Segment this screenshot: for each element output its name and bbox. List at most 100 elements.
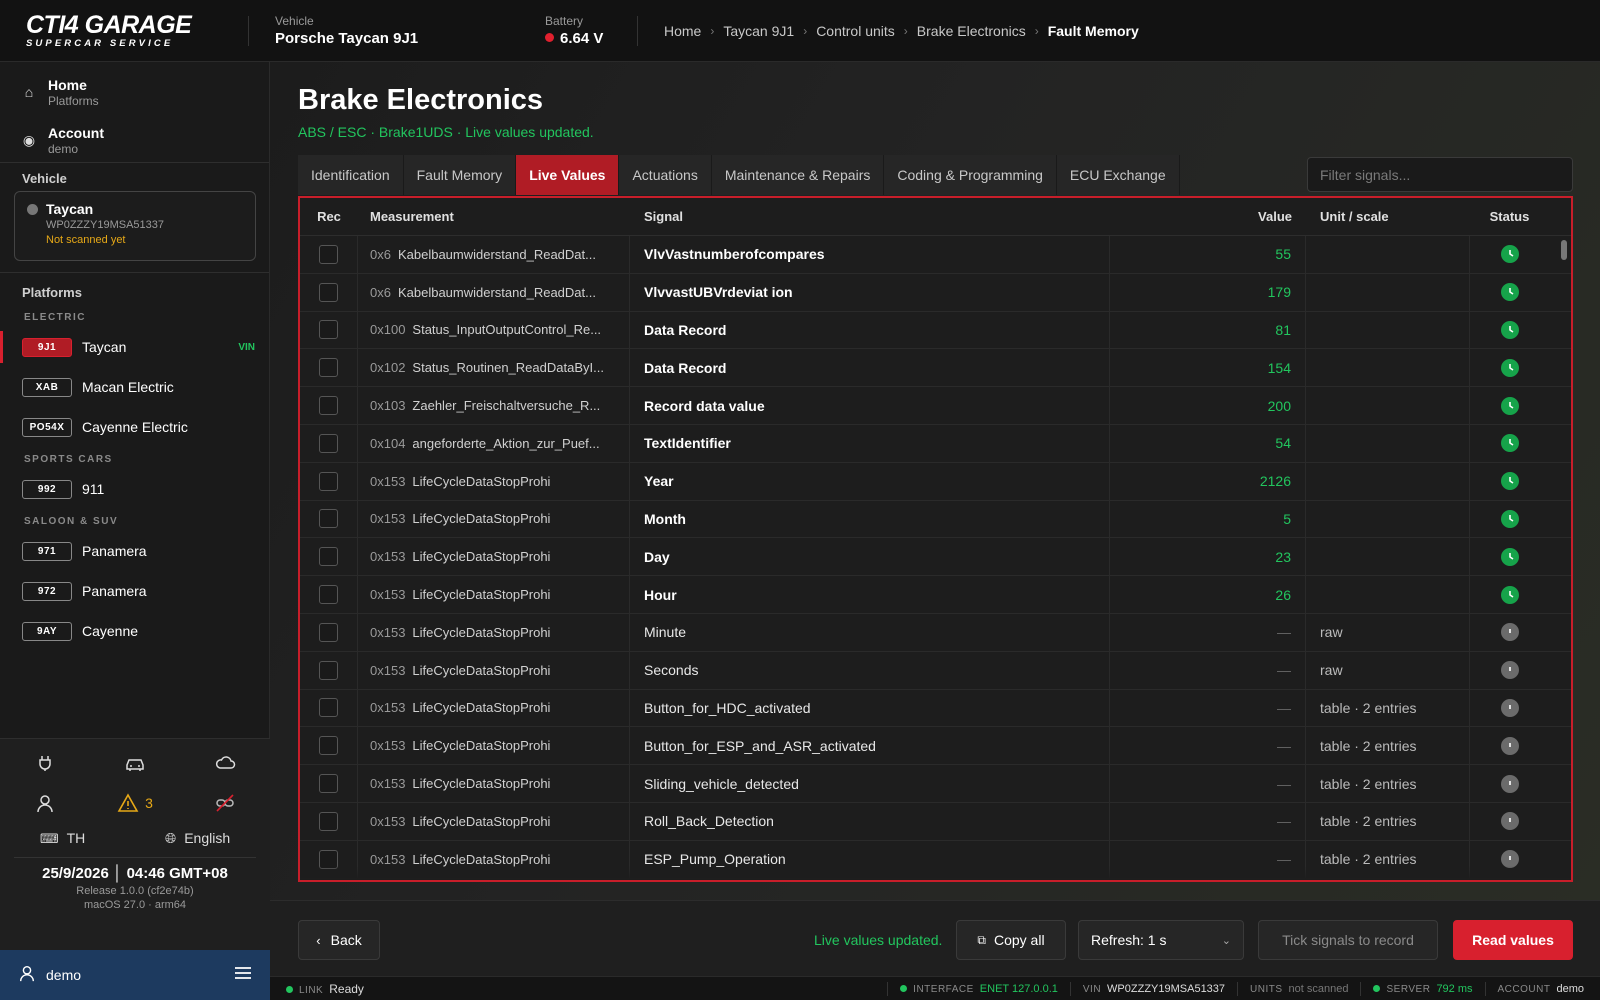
plug-icon[interactable] [0, 743, 90, 783]
rec-cell [300, 236, 358, 273]
keyboard-layout-button[interactable]: ⌨ TH [40, 830, 85, 847]
table-row[interactable]: 0x153 LifeCycleDataStopProhi Seconds — raw [300, 651, 1571, 690]
table-row[interactable]: 0x153 LifeCycleDataStopProhi Year 2126 [300, 462, 1571, 501]
rec-cell [300, 538, 358, 576]
breadcrumb-platform[interactable]: Taycan 9J1 [723, 23, 794, 39]
record-checkbox[interactable] [319, 698, 338, 718]
read-values-button[interactable]: Read values [1453, 920, 1573, 960]
measurement-address: 0x153 [370, 851, 406, 867]
table-row[interactable]: 0x153 LifeCycleDataStopProhi Button_for_HD… [300, 689, 1571, 728]
table-row[interactable]: 0x153 LifeCycleDataStopProhi Day 23 [300, 538, 1571, 577]
tab-fault-memory[interactable]: Fault Memory [403, 155, 517, 195]
tab-identification[interactable]: Identification [298, 155, 404, 195]
status-idle-icon [1500, 623, 1519, 642]
record-checkbox[interactable] [319, 320, 338, 340]
nav-home[interactable]: ⌂ Home Platforms [0, 68, 269, 116]
table-row[interactable]: 0x153 LifeCycleDataStopProhi Minute — raw [300, 613, 1571, 652]
column-header-value[interactable]: Value [1110, 209, 1306, 224]
signal-cell: TextIdentifier [630, 424, 1110, 462]
copy-all-button[interactable]: ⧉ Copy all [956, 920, 1066, 960]
nav-account[interactable]: ◉ Account demo [0, 116, 269, 164]
signal-value: 154 [1267, 359, 1291, 376]
signal-name: Year [644, 473, 674, 490]
tab-coding-programming[interactable]: Coding & Programming [884, 155, 1057, 195]
user-icon[interactable] [0, 783, 90, 823]
tab-live-values[interactable]: Live Values [516, 155, 620, 195]
column-header-measurement[interactable]: Measurement [358, 209, 630, 224]
value-cell: 26 [1110, 576, 1306, 613]
column-header-signal[interactable]: Signal [630, 209, 1110, 224]
breadcrumb-control-units[interactable]: Control units [816, 23, 895, 39]
record-checkbox[interactable] [319, 736, 338, 756]
language-button[interactable]: 🌐︎ English [165, 830, 230, 847]
table-scrollbar[interactable] [1561, 240, 1567, 260]
user-bar[interactable]: demo [0, 950, 270, 1000]
keyboard-icon: ⌨ [39, 830, 59, 846]
warnings-button[interactable]: 3 [90, 783, 180, 823]
tick-signals-button[interactable]: Tick signals to record [1258, 920, 1438, 960]
breadcrumb-ecu[interactable]: Brake Electronics [917, 23, 1026, 39]
record-checkbox[interactable] [319, 622, 338, 642]
record-checkbox[interactable] [319, 358, 338, 378]
platform-item-911[interactable]: 992 911 [0, 469, 269, 509]
column-header-unit[interactable]: Unit / scale [1306, 209, 1470, 224]
measurement-name: LifeCycleDataStopProhi [412, 624, 551, 640]
rec-cell [300, 311, 358, 349]
refresh-interval-select[interactable]: Refresh: 1 s ⌄ [1078, 920, 1244, 960]
vehicle-card[interactable]: Taycan WP0ZZZY19MSA51337 Not scanned yet [14, 191, 256, 261]
measurement-address: 0x153 [370, 549, 406, 565]
signal-value: — [1277, 737, 1291, 754]
record-checkbox[interactable] [319, 433, 338, 453]
record-checkbox[interactable] [319, 509, 338, 529]
back-button[interactable]: ‹ Back [298, 920, 380, 960]
measurement-address: 0x153 [370, 738, 406, 754]
table-row[interactable]: 0x153 LifeCycleDataStopProhi Button_for_ES… [300, 727, 1571, 766]
table-row[interactable]: 0x153 LifeCycleDataStopProhi Month 5 [300, 500, 1571, 539]
table-row[interactable]: 0x6 Kabelbaumwiderstand_ReadDat... VlvVast… [300, 236, 1571, 274]
filter-signals-input[interactable] [1307, 157, 1573, 192]
signal-value: 55 [1275, 246, 1291, 263]
footer-interface: INTERFACE ENET 127.0.0.1 [900, 983, 1058, 995]
record-checkbox[interactable] [319, 811, 338, 831]
table-row[interactable]: 0x100 Status_InputOutputControl_Re... Data… [300, 311, 1571, 350]
platform-item-panamera-972[interactable]: 972 Panamera [0, 571, 269, 611]
column-header-rec[interactable]: Rec [300, 209, 358, 224]
record-checkbox[interactable] [319, 396, 338, 416]
table-row[interactable]: 0x153 LifeCycleDataStopProhi Roll_Back_Det… [300, 802, 1571, 841]
car-icon[interactable] [90, 743, 180, 783]
record-checkbox[interactable] [319, 282, 338, 302]
table-row[interactable]: 0x153 LifeCycleDataStopProhi Hour 26 [300, 576, 1571, 614]
measurement-name: LifeCycleDataStopProhi [412, 549, 551, 565]
record-checkbox[interactable] [319, 244, 338, 264]
table-row[interactable]: 0x102 Status_Routinen_ReadDataByI... Data … [300, 349, 1571, 388]
measurement-address: 0x153 [370, 624, 406, 640]
record-checkbox[interactable] [319, 585, 338, 605]
platform-item-panamera-971[interactable]: 971 Panamera [0, 531, 269, 571]
rec-cell [300, 727, 358, 765]
column-header-status[interactable]: Status [1470, 209, 1549, 224]
tab-ecu-exchange[interactable]: ECU Exchange [1056, 155, 1180, 195]
tab-maintenance-repairs[interactable]: Maintenance & Repairs [711, 155, 885, 195]
table-row[interactable]: 0x6 Kabelbaumwiderstand_ReadDat... Vlvvast… [300, 273, 1571, 312]
menu-icon[interactable] [234, 966, 252, 985]
platform-item-taycan[interactable]: 9J1 Taycan VIN [0, 327, 269, 367]
tab-actuations[interactable]: Actuations [619, 155, 712, 195]
measurement-name: LifeCycleDataStopProhi [412, 776, 551, 792]
record-checkbox[interactable] [319, 547, 338, 567]
record-checkbox[interactable] [319, 774, 338, 794]
cloud-icon[interactable] [180, 743, 270, 783]
table-row[interactable]: 0x153 LifeCycleDataStopProhi Sliding_vehic… [300, 765, 1571, 803]
breadcrumb-home[interactable]: Home [664, 23, 701, 39]
platform-item-cayenne[interactable]: 9AY Cayenne [0, 611, 269, 651]
divider [248, 15, 249, 46]
record-checkbox[interactable] [319, 471, 338, 491]
record-checkbox[interactable] [319, 660, 338, 680]
platform-item-cayenne-electric[interactable]: PO54X Cayenne Electric [0, 407, 269, 447]
table-row[interactable]: 0x104 angeforderte_Aktion_zur_Puef... Text… [300, 424, 1571, 463]
app-logo[interactable]: CTI4 GARAGE SUPERCAR SERVICE [0, 12, 248, 49]
link-off-icon[interactable] [180, 783, 270, 823]
unit-cell: raw [1306, 651, 1470, 689]
table-row[interactable]: 0x103 Zaehler_Freischaltversuche_R... Reco… [300, 387, 1571, 425]
platform-item-macan-electric[interactable]: XAB Macan Electric [0, 367, 269, 407]
status-ok-icon [1500, 358, 1519, 377]
